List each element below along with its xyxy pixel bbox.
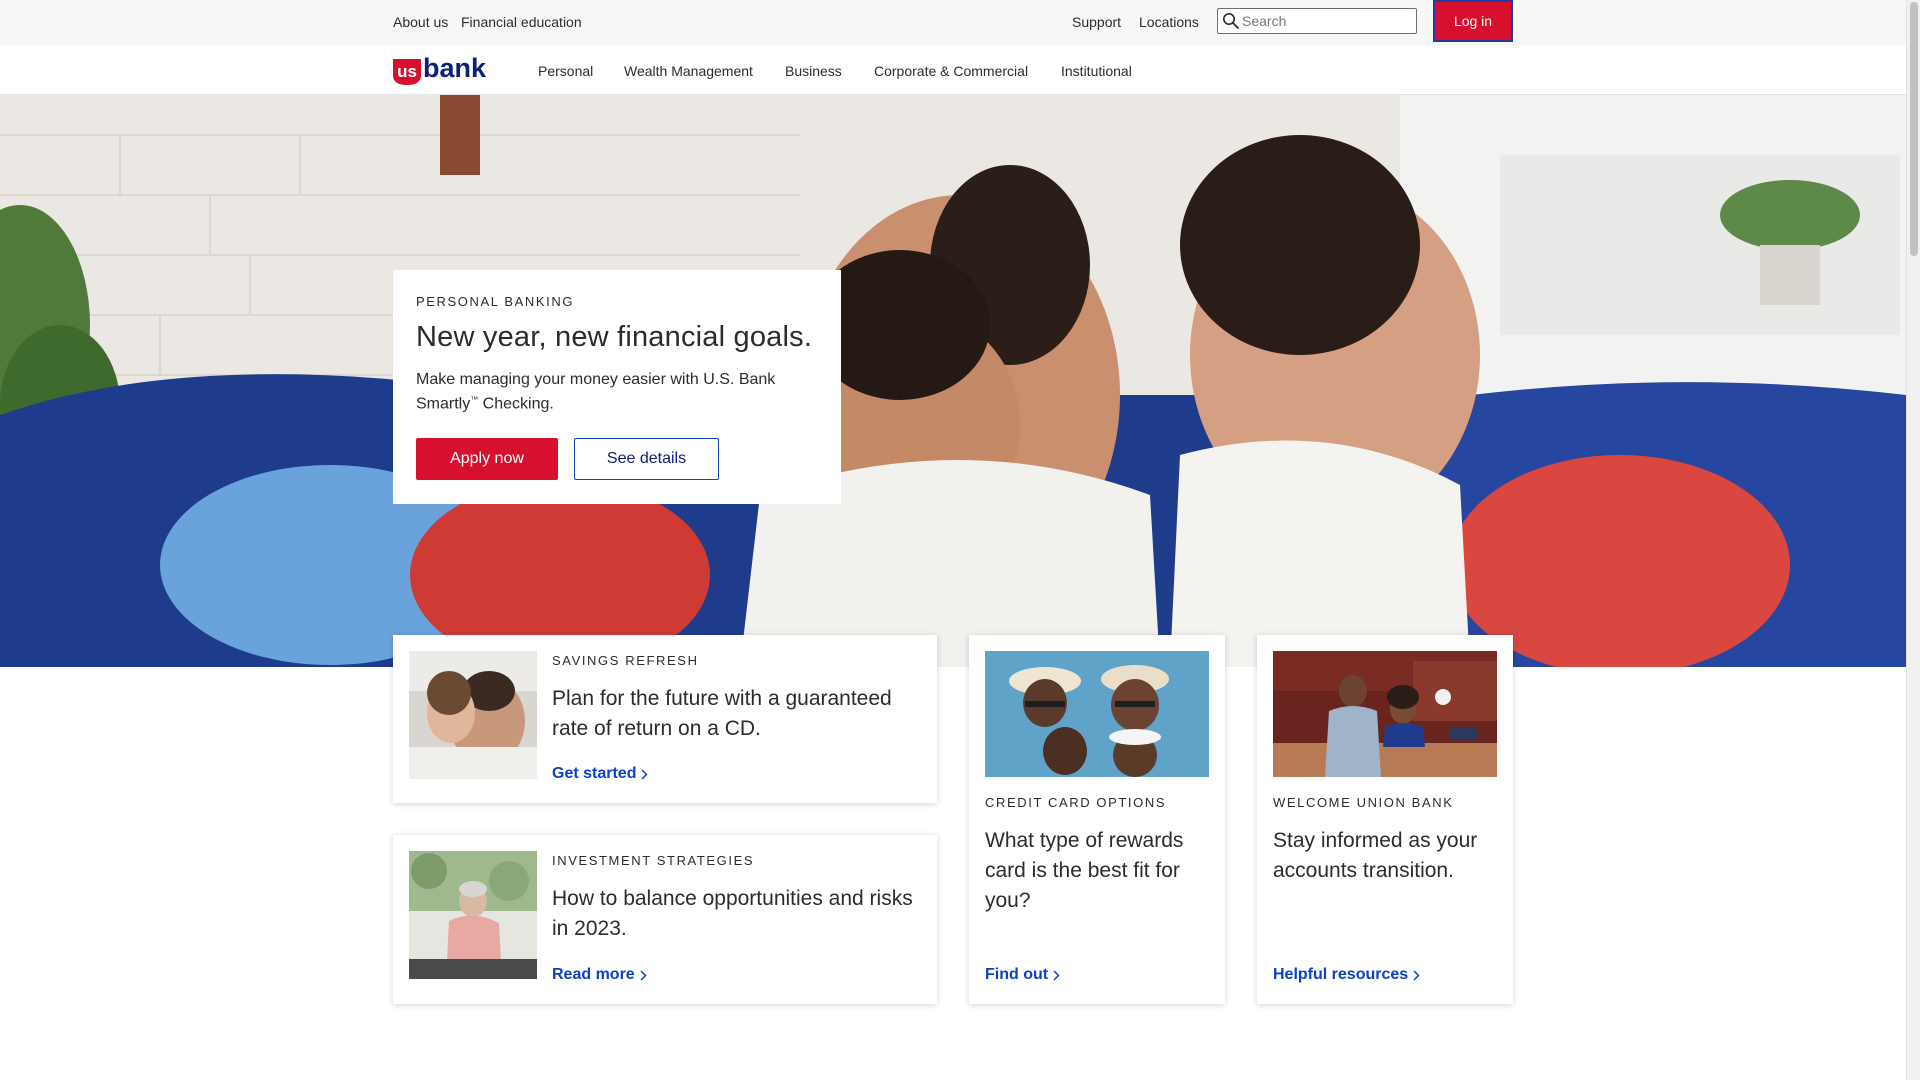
investment-strategies-card[interactable]: INVESTMENT STRATEGIES How to balance opp… xyxy=(393,835,937,1004)
utility-bar: About us Financial education Support Loc… xyxy=(0,0,1906,46)
card-eyebrow: INVESTMENT STRATEGIES xyxy=(552,853,755,868)
main-nav: us bank Personal Wealth Management Busin… xyxy=(0,46,1906,95)
scrollbar-thumb[interactable] xyxy=(1910,2,1918,256)
card-eyebrow: WELCOME UNION BANK xyxy=(1273,795,1454,810)
page-scrollbar[interactable] xyxy=(1906,0,1920,1080)
woman-reading-photo xyxy=(409,851,537,979)
nav-corporate-commercial[interactable]: Corporate & Commercial xyxy=(874,63,1028,79)
search-icon[interactable] xyxy=(1222,12,1240,30)
svg-text:bank: bank xyxy=(423,53,487,83)
search-input[interactable] xyxy=(1242,11,1412,31)
find-out-link[interactable]: Find out xyxy=(985,966,1060,984)
about-us-link[interactable]: About us xyxy=(393,14,448,30)
card-title: What type of rewards card is the best fi… xyxy=(985,829,1184,912)
helpful-resources-link[interactable]: Helpful resources xyxy=(1273,966,1420,984)
hero-banner: PERSONAL BANKING New year, new financial… xyxy=(0,95,1906,667)
get-started-link[interactable]: Get started xyxy=(552,765,649,783)
nav-institutional[interactable]: Institutional xyxy=(1061,63,1132,79)
chevron-right-icon xyxy=(641,768,649,780)
card-title: How to balance opportunities and risks i… xyxy=(552,887,913,940)
card-eyebrow: SAVINGS REFRESH xyxy=(552,653,699,668)
hero-eyebrow: PERSONAL BANKING xyxy=(416,294,575,309)
read-more-link[interactable]: Read more xyxy=(552,966,647,984)
card-title: Plan for the future with a guaranteed ra… xyxy=(552,687,892,740)
nav-business[interactable]: Business xyxy=(785,63,842,79)
credit-card-options-card[interactable]: CREDIT CARD OPTIONS What type of rewards… xyxy=(969,635,1225,1004)
support-link[interactable]: Support xyxy=(1072,14,1121,30)
financial-education-link[interactable]: Financial education xyxy=(461,14,582,30)
chevron-right-icon xyxy=(1413,969,1420,981)
father-daughter-hug-photo xyxy=(409,651,537,779)
family-hero-photo xyxy=(0,95,1906,667)
chevron-right-icon xyxy=(1053,969,1060,981)
svg-text:us: us xyxy=(397,62,417,81)
locations-link[interactable]: Locations xyxy=(1139,14,1199,30)
see-details-button[interactable]: See details xyxy=(574,438,719,480)
hero-promo-card: PERSONAL BANKING New year, new financial… xyxy=(393,270,841,504)
apply-now-button[interactable]: Apply now xyxy=(416,438,558,480)
family-sunglasses-photo xyxy=(985,651,1209,777)
savings-refresh-card[interactable]: SAVINGS REFRESH Plan for the future with… xyxy=(393,635,937,803)
login-button[interactable]: Log in xyxy=(1433,0,1513,42)
nav-wealth-management[interactable]: Wealth Management xyxy=(624,63,753,79)
hero-description: Make managing your money easier with U.S… xyxy=(416,371,776,413)
nav-personal[interactable]: Personal xyxy=(538,63,593,79)
usbank-logo[interactable]: us bank xyxy=(393,53,513,87)
card-title: Stay informed as your accounts transitio… xyxy=(1273,829,1478,882)
hero-title: New year, new financial goals. xyxy=(416,321,813,353)
bank-branch-photo xyxy=(1273,651,1497,777)
welcome-union-bank-card[interactable]: WELCOME UNION BANK Stay informed as your… xyxy=(1257,635,1513,1004)
chevron-right-icon xyxy=(640,969,647,981)
card-eyebrow: CREDIT CARD OPTIONS xyxy=(985,795,1167,810)
search-box[interactable] xyxy=(1217,8,1417,34)
